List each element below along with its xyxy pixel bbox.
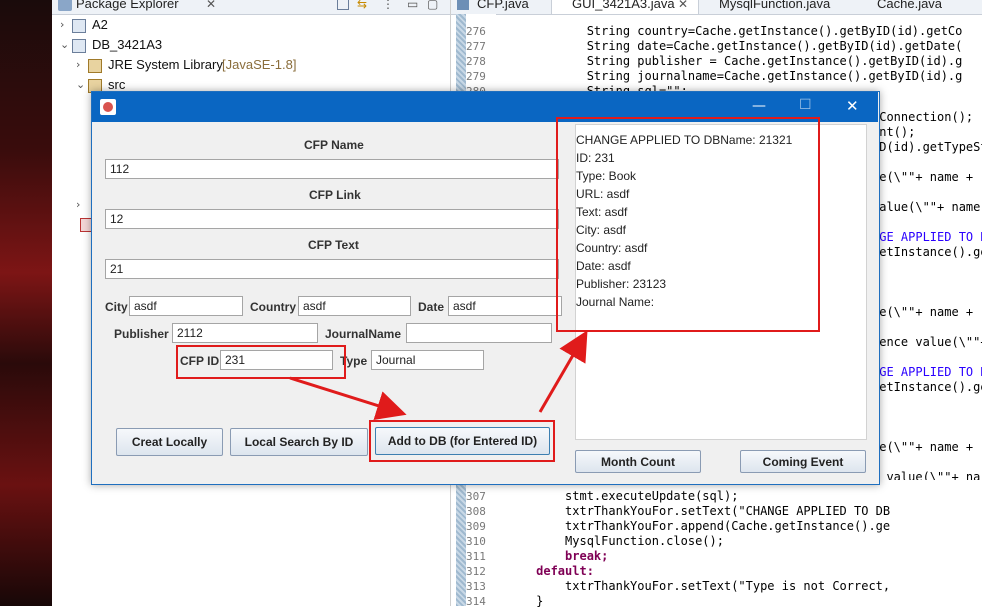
arrow-id-to-button <box>289 376 407 421</box>
annotation-arrows <box>289 330 588 421</box>
arrow-button-to-result <box>538 330 588 413</box>
